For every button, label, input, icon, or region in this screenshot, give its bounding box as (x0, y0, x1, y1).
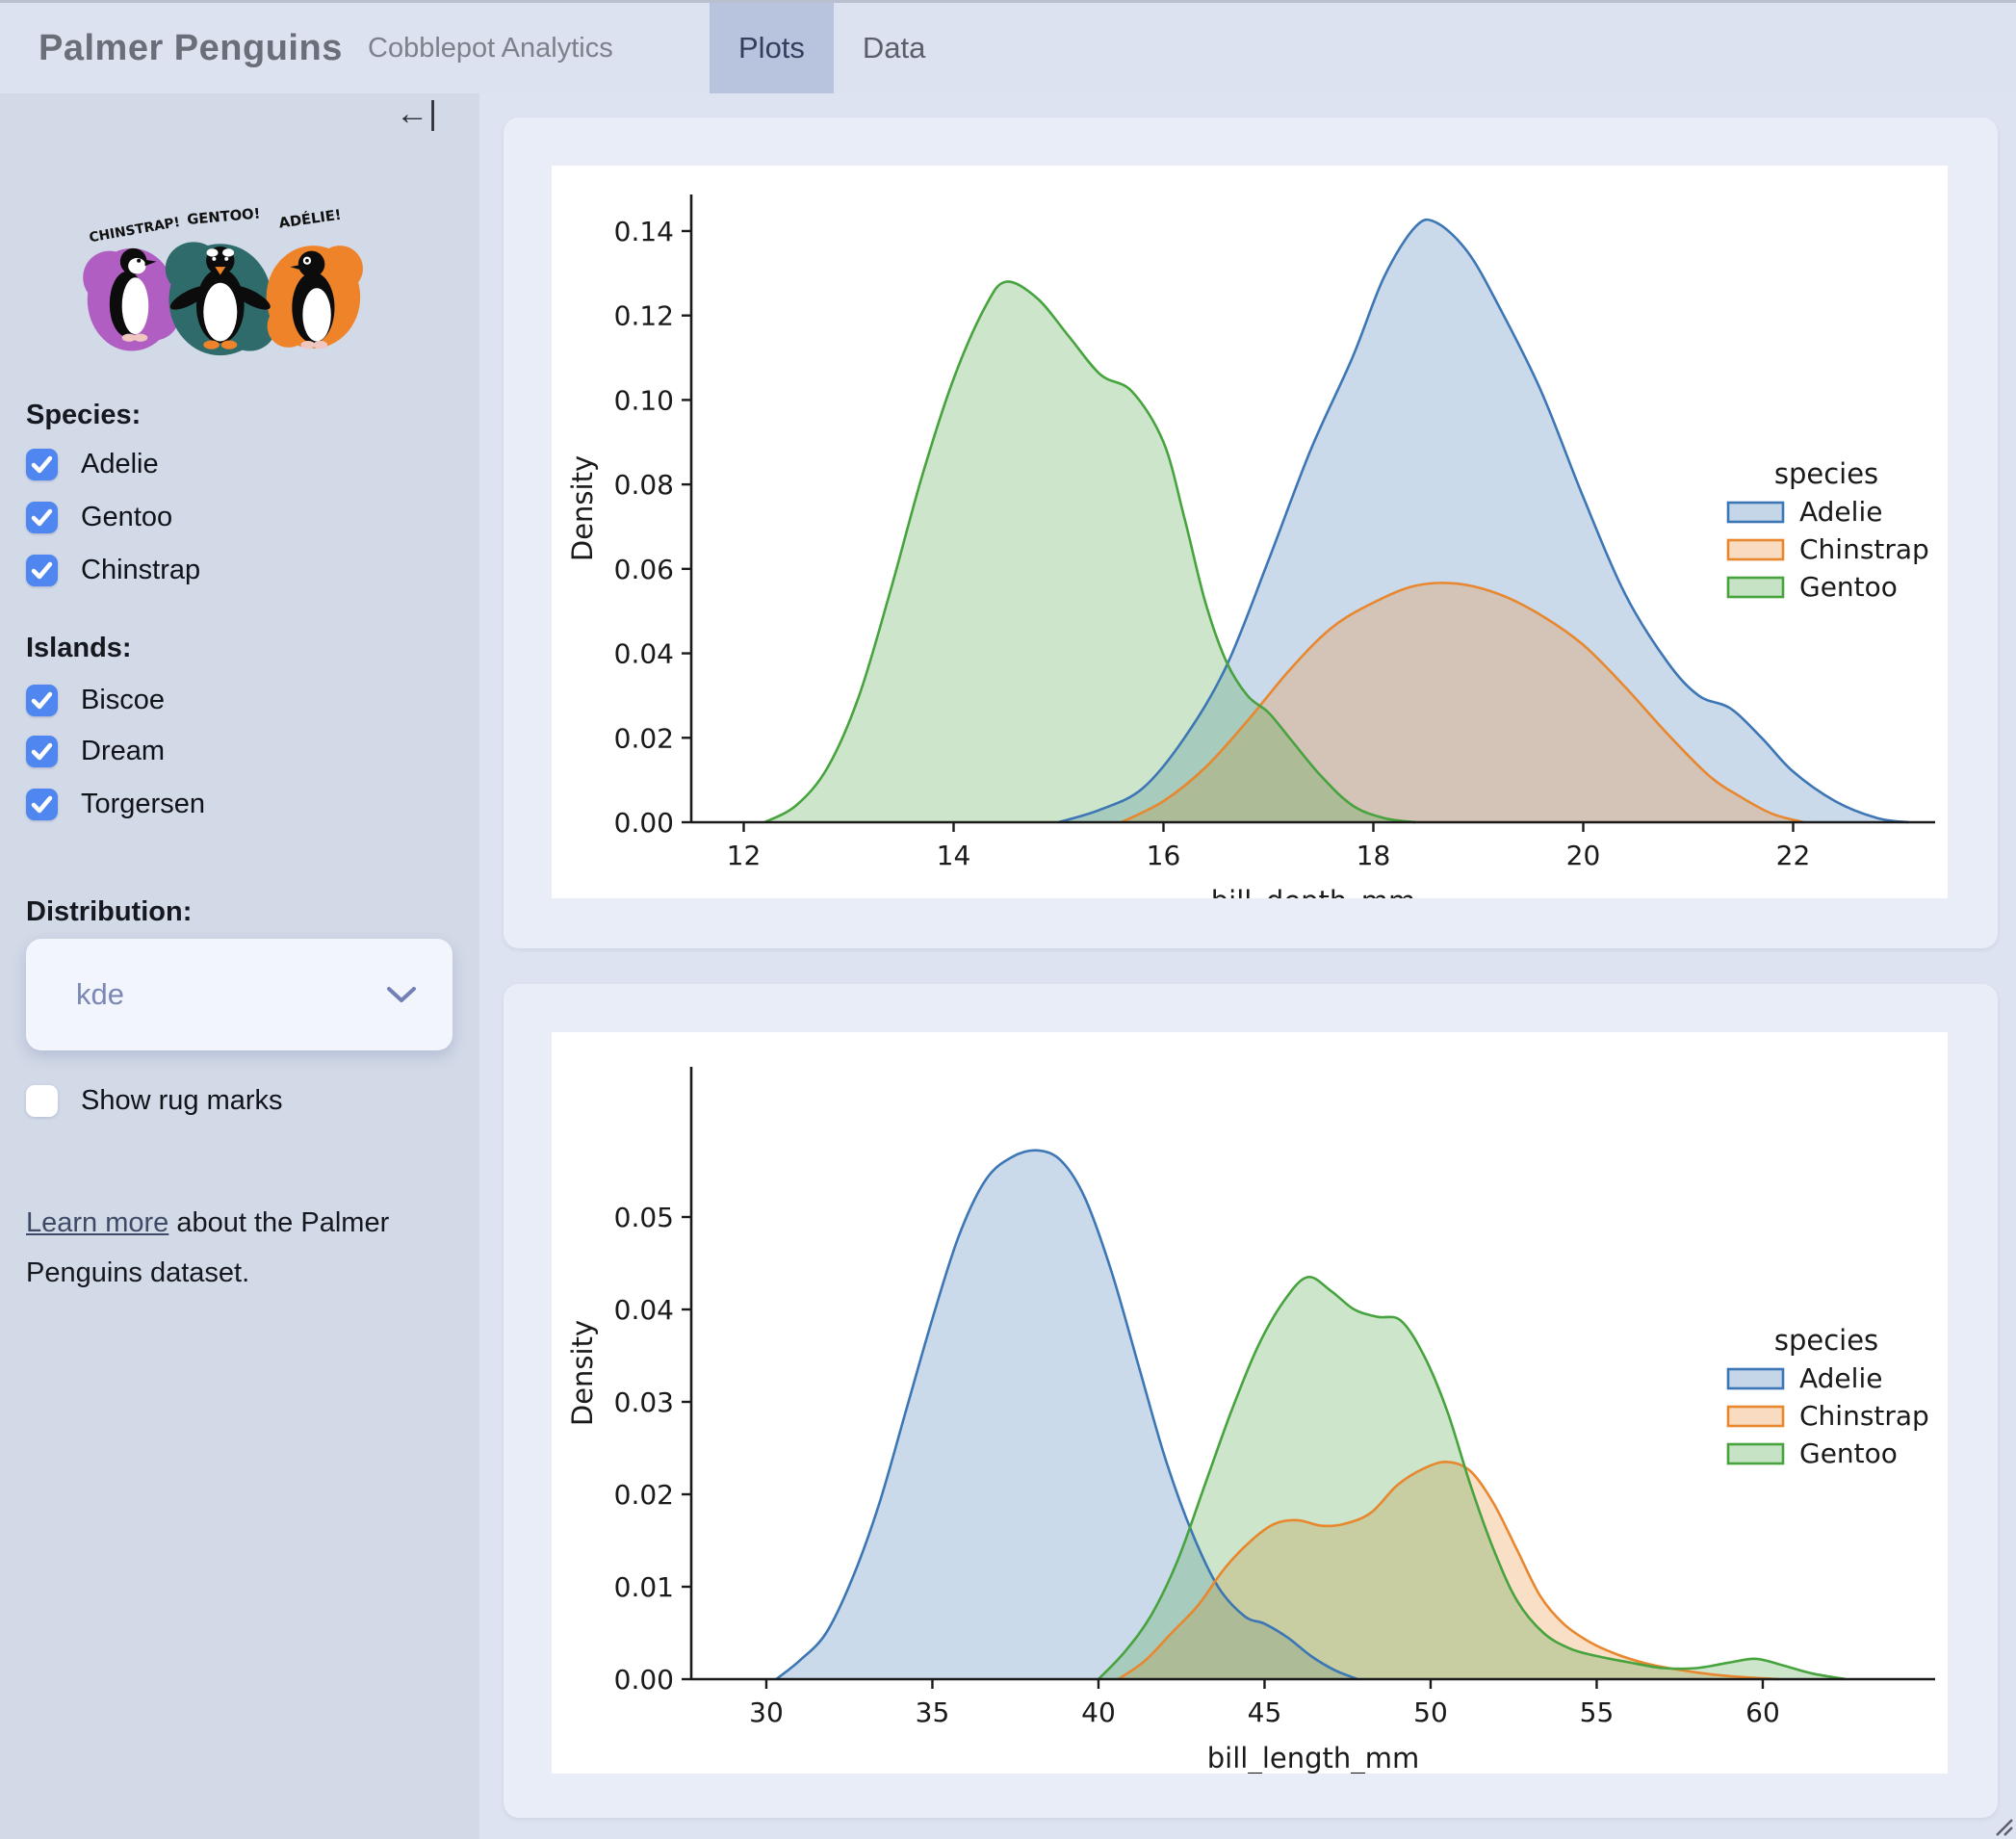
tab-data[interactable]: Data (834, 3, 954, 93)
y-axis-tick-label: 0.06 (614, 554, 674, 585)
learn-more-text: Learn more about the Palmer Penguins dat… (26, 1198, 469, 1298)
legend-swatch-chinstrap (1726, 1405, 1785, 1428)
checkbox-label: Dream (81, 735, 166, 766)
bill-length-kde-plot: 30 35 40 45 50 55 60 0.00 0.01 0.02 0.03 0.04 0.05 bi… (552, 1032, 1948, 1774)
species-heading: Species: (26, 400, 142, 430)
y-axis-label: Density (566, 1320, 599, 1426)
x-axis-label: bill_depth_mm (1211, 885, 1416, 898)
legend-swatch-chinstrap (1726, 538, 1785, 561)
checkbox-row-torgersen[interactable]: Torgersen (26, 778, 205, 830)
bill-length-plot-card: 30 35 40 45 50 55 60 0.00 0.01 0.02 0.03 0.04 0.05 bi… (504, 984, 1998, 1818)
y-axis-tick-label: 0.00 (614, 1664, 674, 1696)
distribution-select[interactable]: kde (26, 939, 452, 1050)
x-axis-tick-label: 35 (916, 1697, 950, 1728)
checkbox-row-chinstrap[interactable]: Chinstrap (26, 544, 200, 596)
x-axis-tick-label: 50 (1413, 1697, 1448, 1728)
y-axis-tick-label: 0.04 (614, 1294, 674, 1326)
legend-title: species (1774, 457, 1878, 490)
gentoo-label: GENTOO! (187, 205, 261, 228)
legend-swatch-gentoo (1726, 576, 1785, 599)
x-axis-tick-label: 30 (749, 1697, 784, 1728)
sidebar-collapse-icon[interactable]: ←| (396, 95, 437, 133)
checkbox-adelie[interactable] (26, 448, 58, 480)
legend-swatch-gentoo (1726, 1442, 1785, 1465)
bill-depth-plot-card: 12 14 16 18 20 22 0.00 0.02 0.04 0.06 0.08 0.10 0.12… (504, 117, 1998, 948)
y-axis-tick-label: 0.14 (614, 216, 674, 247)
y-axis-tick-label: 0.04 (614, 638, 674, 670)
check-icon (31, 508, 53, 526)
chinstrap-label: CHINSTRAP! (88, 215, 181, 246)
y-axis-tick-label: 0.12 (614, 300, 674, 332)
penguins-artwork-image: CHINSTRAP! GENTOO! ADÉLIE! (83, 205, 363, 356)
distribution-heading: Distribution: (26, 896, 193, 927)
checkbox-label: Chinstrap (81, 554, 201, 585)
x-axis-label: bill_length_mm (1207, 1742, 1420, 1774)
checkbox-label: Gentoo (81, 501, 173, 532)
tab-plots[interactable]: Plots (710, 3, 834, 93)
checkbox-row-biscoe[interactable]: Biscoe (26, 674, 165, 726)
x-axis-tick-label: 22 (1776, 840, 1811, 871)
checkbox-torgersen[interactable] (26, 788, 58, 820)
x-axis-tick-label: 14 (937, 840, 971, 871)
check-icon (31, 742, 53, 760)
checkbox-label: Adelie (81, 448, 159, 479)
legend-label-chinstrap: Chinstrap (1799, 533, 1929, 565)
legend-title: species (1774, 1324, 1878, 1357)
checkbox-chinstrap[interactable] (26, 554, 58, 586)
header: Palmer Penguins Cobblepot Analytics Plot… (0, 0, 2016, 93)
rug-marks-label: Show rug marks (81, 1084, 283, 1116)
checkbox-biscoe[interactable] (26, 684, 58, 716)
y-axis-tick-label: 0.00 (614, 807, 674, 839)
x-axis-tick-label: 16 (1147, 840, 1181, 871)
checkbox-label: Torgersen (81, 788, 205, 819)
checkbox-row-adelie[interactable]: Adelie (26, 438, 159, 490)
adelie-label: ADÉLIE! (278, 207, 343, 232)
check-icon (31, 561, 53, 579)
x-axis-tick-label: 55 (1580, 1697, 1615, 1728)
app-subtitle: Cobblepot Analytics (368, 33, 613, 64)
distribution-selected-value: kde (76, 977, 124, 1011)
rug-marks-checkbox[interactable] (26, 1084, 58, 1117)
x-axis-tick-label: 20 (1566, 840, 1601, 871)
y-axis-tick-label: 0.05 (614, 1202, 674, 1233)
y-axis-tick-label: 0.03 (614, 1386, 674, 1418)
check-icon (31, 795, 53, 813)
legend-label-gentoo: Gentoo (1799, 1438, 1898, 1469)
legend-label-gentoo: Gentoo (1799, 571, 1898, 603)
x-axis-tick-label: 60 (1745, 1697, 1780, 1728)
rug-marks-checkbox-row[interactable]: Show rug marks (26, 1075, 283, 1127)
x-axis-tick-label: 45 (1248, 1697, 1282, 1728)
y-axis-tick-label: 0.01 (614, 1571, 674, 1603)
legend-label-adelie: Adelie (1799, 1362, 1882, 1394)
check-icon (31, 455, 53, 473)
islands-heading: Islands: (26, 633, 132, 663)
x-axis-tick-label: 12 (727, 840, 762, 871)
app-title: Palmer Penguins (39, 28, 343, 68)
y-axis-tick-label: 0.10 (614, 384, 674, 416)
nav-tabs: Plots Data (710, 3, 954, 93)
checkbox-gentoo[interactable] (26, 501, 58, 533)
bill-depth-kde-plot: 12 14 16 18 20 22 0.00 0.02 0.04 0.06 0.08 0.10 0.12… (552, 166, 1948, 898)
y-axis-tick-label: 0.08 (614, 469, 674, 501)
legend-swatch-adelie (1726, 501, 1785, 524)
checkbox-row-gentoo[interactable]: Gentoo (26, 491, 172, 543)
x-axis-tick-label: 40 (1081, 1697, 1116, 1728)
checkbox-dream[interactable] (26, 735, 58, 767)
checkbox-label: Biscoe (81, 684, 166, 715)
chevron-down-icon (387, 987, 416, 1002)
sidebar: ←| CHINSTRAP! GENTOO! ADÉLIE! Species: A… (0, 93, 479, 1839)
legend-label-chinstrap: Chinstrap (1799, 1400, 1929, 1432)
y-axis-tick-label: 0.02 (614, 1479, 674, 1511)
legend-swatch-adelie (1726, 1367, 1785, 1390)
y-axis-tick-label: 0.02 (614, 722, 674, 754)
checkbox-row-dream[interactable]: Dream (26, 725, 165, 777)
y-axis-label: Density (566, 455, 599, 561)
check-icon (31, 691, 53, 709)
legend-label-adelie: Adelie (1799, 496, 1882, 528)
app-window: Palmer Penguins Cobblepot Analytics Plot… (0, 0, 2016, 1839)
resize-grip-icon[interactable] (1989, 1812, 2014, 1837)
x-axis-tick-label: 18 (1357, 840, 1391, 871)
learn-more-link[interactable]: Learn more (26, 1207, 168, 1238)
